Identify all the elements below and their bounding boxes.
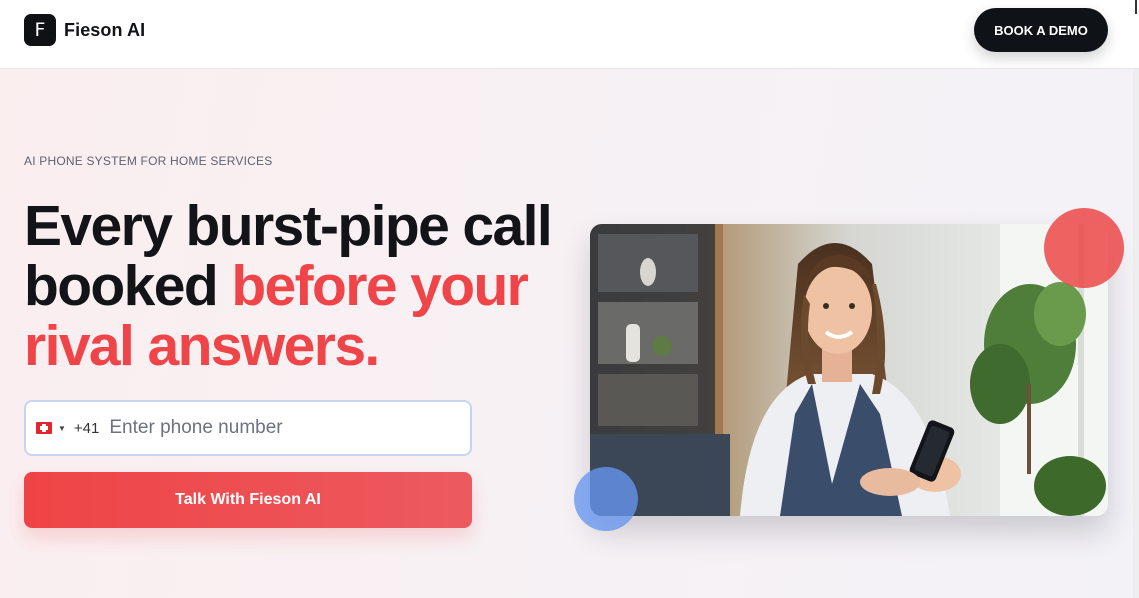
scrollbar-track[interactable] [1133, 69, 1139, 598]
brand-name: Fieson AI [64, 19, 146, 40]
logo-mark-icon: F [24, 14, 56, 46]
dial-code: +41 [73, 419, 100, 437]
top-nav: F Fieson AI BOOK A DEMO [0, 0, 1139, 69]
hero-headline: Every burst-pipe call booked before your… [24, 196, 564, 376]
chevron-down-icon[interactable]: ▼ [58, 424, 66, 433]
phone-field[interactable]: ▼ +41 [24, 400, 472, 456]
phone-input[interactable] [109, 408, 470, 448]
woman-with-phone-image [590, 224, 1108, 516]
swiss-flag-icon[interactable] [36, 422, 52, 434]
hero-eyebrow: AI PHONE SYSTEM FOR HOME SERVICES [24, 154, 273, 168]
window-edge-marker [1135, 0, 1137, 14]
brand-logo[interactable]: F Fieson AI [24, 14, 145, 46]
hero-photo [590, 224, 1108, 516]
decorative-red-circle [1044, 208, 1124, 288]
talk-with-ai-button[interactable]: Talk With Fieson AI [24, 472, 472, 528]
book-demo-button[interactable]: BOOK A DEMO [974, 8, 1108, 52]
decorative-blue-circle [574, 467, 638, 531]
